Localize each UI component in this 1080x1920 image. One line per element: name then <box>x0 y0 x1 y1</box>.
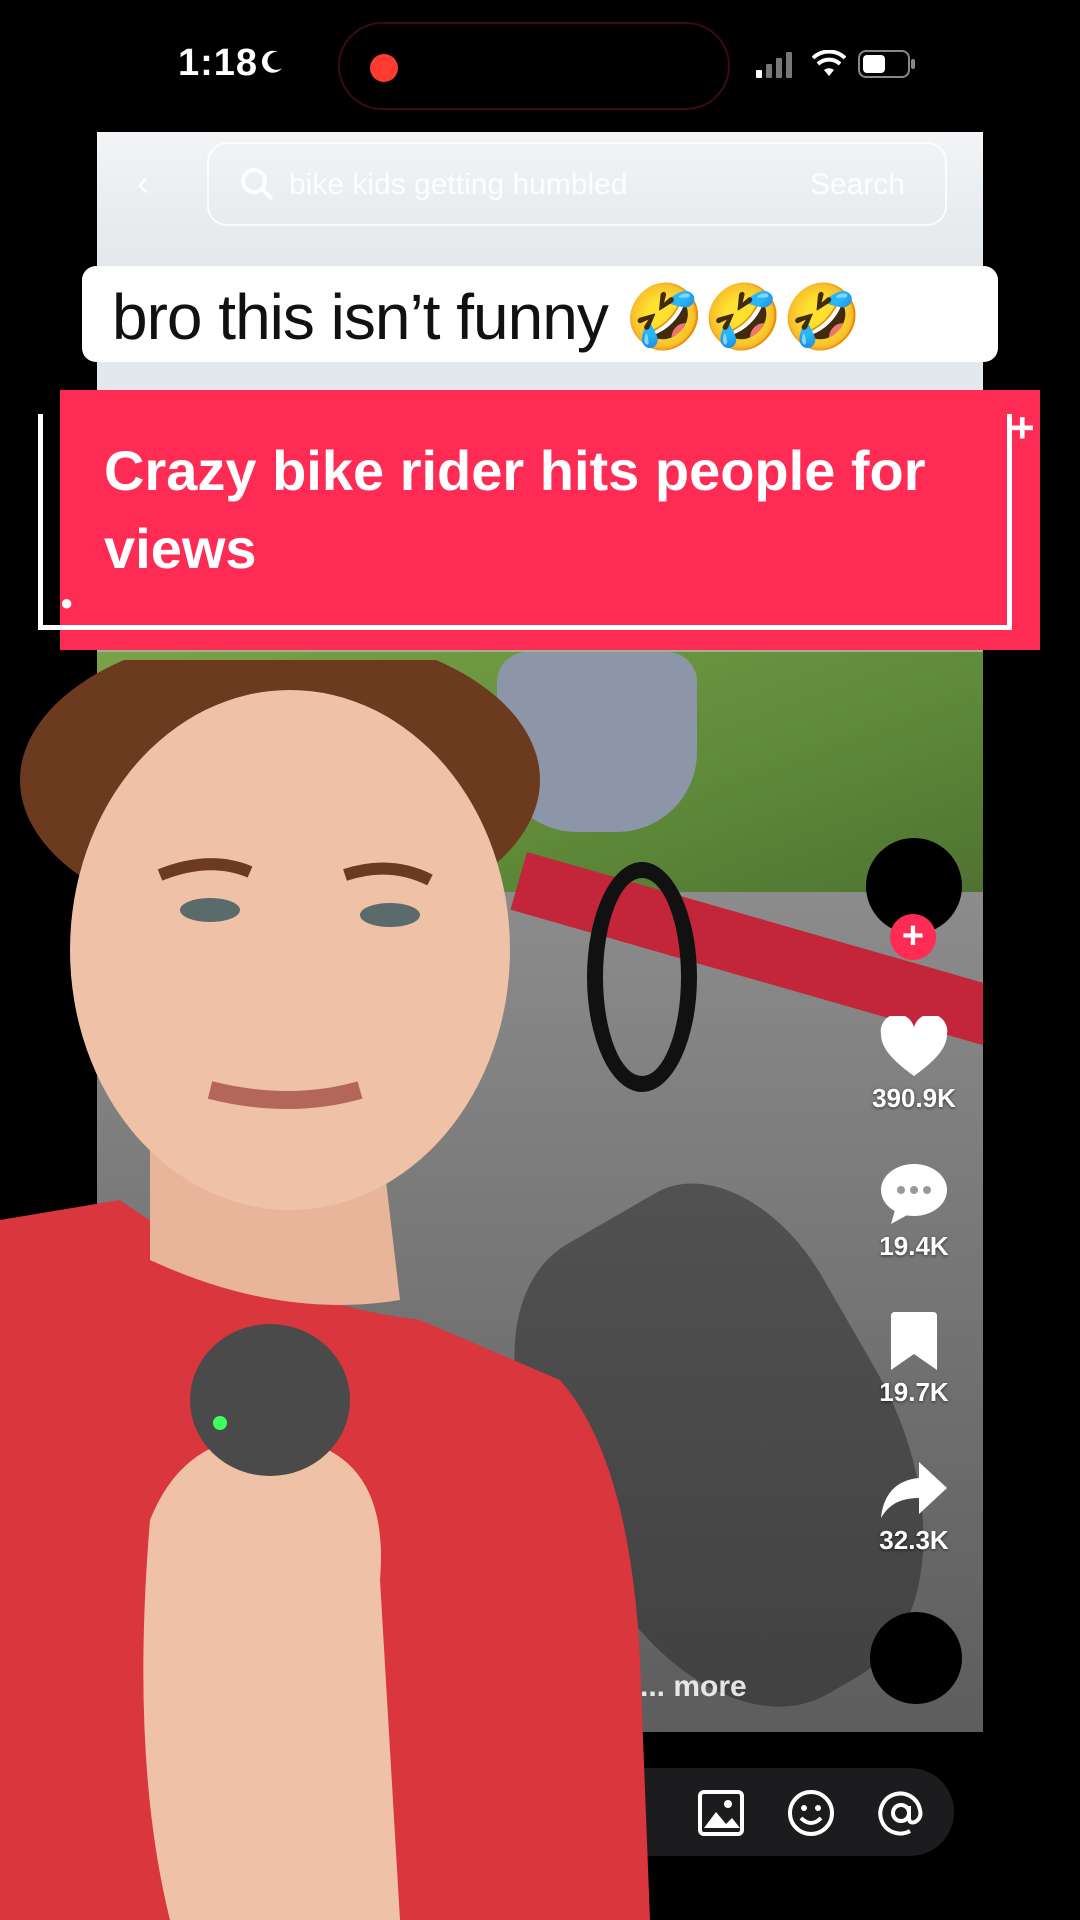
status-bar: 1:18 <box>0 0 1080 130</box>
more-link[interactable]: ... more <box>640 1670 747 1704</box>
bookmark-button[interactable]: 19.7K <box>854 1312 974 1408</box>
inner-search-bar[interactable]: bike kids getting humbled Search <box>207 142 947 226</box>
dot-icon: ● <box>60 590 74 615</box>
sparkle-icon: + <box>1010 404 1035 451</box>
bookmark-count: 19.7K <box>879 1377 949 1407</box>
heart-icon <box>880 1014 948 1076</box>
inner-search-text: bike kids getting humbled <box>289 168 628 201</box>
status-time: 1:18 <box>178 42 259 84</box>
bookmark-icon <box>891 1312 937 1370</box>
mention-icon[interactable] <box>876 1788 926 1838</box>
wifi-icon <box>812 50 846 76</box>
inner-search-button[interactable]: Search <box>810 168 905 202</box>
moon-icon <box>261 50 282 73</box>
search-icon <box>241 168 274 201</box>
signal-icon <box>756 52 792 78</box>
emoji-icon[interactable] <box>786 1788 836 1838</box>
share-icon <box>881 1462 947 1518</box>
caption-red-text: Crazy bike rider hits people for views <box>104 439 926 580</box>
share-count: 32.3K <box>879 1525 949 1555</box>
recording-dot-icon <box>370 54 398 82</box>
comment-icon <box>881 1164 947 1224</box>
music-disc[interactable] <box>870 1612 962 1704</box>
image-icon[interactable] <box>696 1788 746 1838</box>
comment-count: 19.4K <box>879 1231 949 1261</box>
follow-button[interactable]: + <box>890 914 936 960</box>
share-button[interactable]: 32.3K <box>854 1460 974 1556</box>
comment-button[interactable]: 19.4K <box>854 1162 974 1262</box>
dynamic-island <box>338 22 730 110</box>
back-icon[interactable]: ‹ <box>137 162 149 204</box>
caption-white-text: bro this isn’t funny 🤣🤣🤣 <box>112 281 862 353</box>
like-count: 390.9K <box>872 1083 956 1113</box>
caption-white: bro this isn’t funny 🤣🤣🤣 <box>82 266 998 362</box>
battery-icon <box>858 50 915 78</box>
like-button[interactable]: 390.9K <box>854 1014 974 1114</box>
creator-person <box>0 660 650 1920</box>
